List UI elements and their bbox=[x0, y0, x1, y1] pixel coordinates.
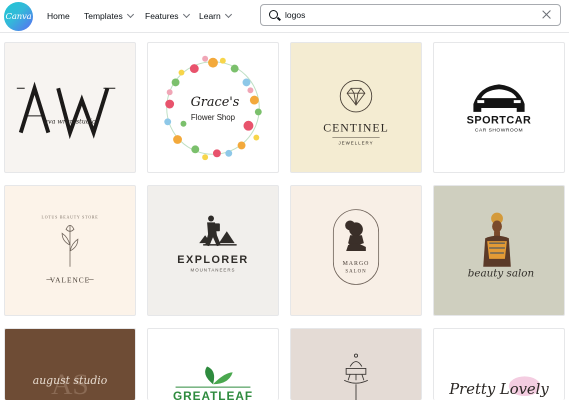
logo-text: Canva bbox=[5, 11, 32, 22]
logo-subtitle: JEWELLERY bbox=[338, 140, 373, 145]
logo-subtitle: ava wren studio bbox=[44, 118, 96, 126]
logo-title: VALENCE bbox=[50, 276, 90, 285]
chevron-down-icon bbox=[126, 10, 134, 19]
template-card[interactable]: GREATLEAF bbox=[147, 328, 279, 400]
template-thumbnail: MARGO SALON bbox=[332, 209, 380, 285]
nav-home-label: Home bbox=[47, 11, 70, 21]
template-card[interactable]: CENTINEL JEWELLERY bbox=[290, 42, 422, 173]
nav-learn-label: Learn bbox=[199, 11, 221, 21]
logo-title: beauty salon bbox=[468, 268, 534, 280]
logo-title: august studio bbox=[33, 374, 108, 387]
template-card[interactable]: AS august studio bbox=[4, 328, 136, 400]
logo-title: SPORTCAR bbox=[467, 115, 532, 127]
nav-features-label: Features bbox=[145, 11, 179, 21]
template-thumbnail: CENTINEL JEWELLERY bbox=[323, 79, 389, 145]
template-card[interactable]: MARGO SALON bbox=[290, 185, 422, 316]
template-card[interactable]: Grace's Flower Shop bbox=[147, 42, 279, 173]
clear-search-icon[interactable] bbox=[541, 9, 552, 20]
logo-tagline: LOTUS BEAUTY STORE bbox=[42, 214, 99, 219]
logo-subtitle: CAR SHOWROOM bbox=[475, 128, 523, 134]
template-thumbnail: beauty salon bbox=[468, 212, 534, 280]
logo-subtitle: Flower Shop bbox=[191, 113, 236, 122]
template-card[interactable]: LOTUS BEAUTY STORE VALENCE bbox=[4, 185, 136, 316]
template-card[interactable]: Pretty Lovely bbox=[433, 328, 565, 400]
template-thumbnail: Pretty Lovely bbox=[448, 376, 549, 398]
chevron-down-icon bbox=[182, 10, 190, 19]
template-thumbnail bbox=[343, 353, 369, 400]
logo-title: CENTINEL bbox=[323, 121, 389, 135]
template-thumbnail: SPORTCAR CAR SHOWROOM bbox=[467, 84, 532, 134]
chevron-down-icon bbox=[224, 10, 232, 19]
logo-title: Pretty Lovely bbox=[448, 381, 549, 398]
template-thumbnail: Grace's Flower Shop bbox=[164, 55, 262, 161]
template-thumbnail: ava wren studio bbox=[16, 81, 116, 140]
logo-subtitle: SALON bbox=[345, 270, 366, 275]
search-icon bbox=[269, 10, 278, 19]
logo-title: Grace's bbox=[191, 95, 240, 110]
logo-subtitle: MOUNTANEERS bbox=[191, 268, 236, 273]
template-thumbnail: GREATLEAF bbox=[173, 366, 253, 400]
template-thumbnail: AS august studio bbox=[33, 369, 108, 400]
template-thumbnail: EXPLORER MOUNTANEERS bbox=[177, 215, 248, 273]
logo-title: MARGO bbox=[343, 261, 370, 267]
search-input[interactable]: logos bbox=[285, 10, 305, 20]
nav-features[interactable]: Features bbox=[145, 0, 190, 32]
nav-learn[interactable]: Learn bbox=[199, 0, 232, 32]
search-bar[interactable]: logos bbox=[260, 4, 561, 26]
nav-templates[interactable]: Templates bbox=[84, 0, 134, 32]
template-card[interactable]: beauty salon bbox=[433, 185, 565, 316]
template-card[interactable] bbox=[290, 328, 422, 400]
template-thumbnail: LOTUS BEAUTY STORE VALENCE bbox=[42, 214, 99, 285]
logo-title: GREATLEAF bbox=[173, 389, 253, 400]
canva-logo[interactable]: Canva bbox=[4, 2, 33, 31]
template-card[interactable]: SPORTCAR CAR SHOWROOM bbox=[433, 42, 565, 173]
template-card[interactable]: EXPLORER MOUNTANEERS bbox=[147, 185, 279, 316]
nav-templates-label: Templates bbox=[84, 11, 123, 21]
nav-home[interactable]: Home bbox=[47, 0, 70, 32]
logo-title: EXPLORER bbox=[177, 254, 248, 266]
template-card[interactable]: ava wren studio bbox=[4, 42, 136, 173]
top-bar: Canva Home Templates Features Learn logo… bbox=[0, 0, 569, 33]
